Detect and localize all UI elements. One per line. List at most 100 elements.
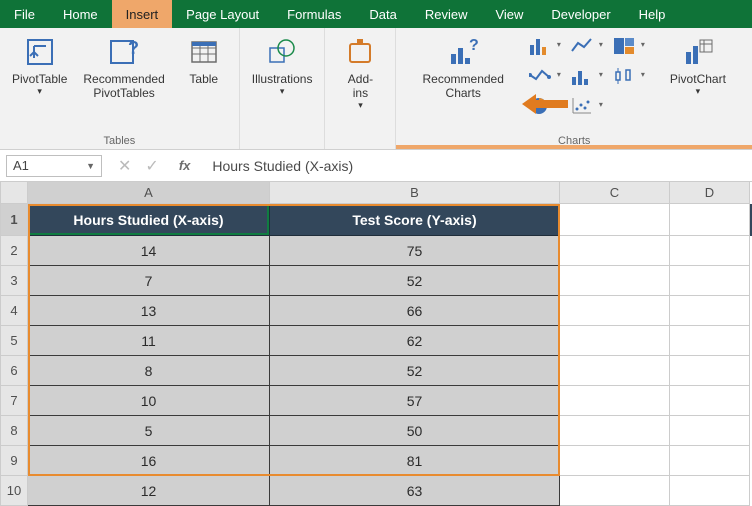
cell-c1[interactable] bbox=[560, 204, 670, 236]
illustrations-button[interactable]: Illustrations ▾ bbox=[250, 34, 315, 99]
cell[interactable]: 14 bbox=[28, 236, 270, 266]
cell[interactable] bbox=[670, 266, 750, 296]
menu-pagelayout[interactable]: Page Layout bbox=[172, 0, 273, 28]
cell[interactable] bbox=[670, 356, 750, 386]
menu-view[interactable]: View bbox=[481, 0, 537, 28]
pivottable-label: PivotTable bbox=[12, 72, 67, 86]
cell[interactable]: 12 bbox=[28, 476, 270, 506]
row-header[interactable]: 10 bbox=[0, 476, 28, 506]
cell[interactable]: 50 bbox=[270, 416, 560, 446]
cell[interactable] bbox=[560, 326, 670, 356]
table-button[interactable]: Table bbox=[179, 34, 229, 88]
cell[interactable]: 13 bbox=[28, 296, 270, 326]
menu-developer[interactable]: Developer bbox=[537, 0, 624, 28]
fx-icon[interactable]: fx bbox=[173, 158, 197, 173]
cell[interactable]: 11 bbox=[28, 326, 270, 356]
cell[interactable] bbox=[560, 266, 670, 296]
row-header[interactable]: 3 bbox=[0, 266, 28, 296]
table-label: Table bbox=[189, 72, 218, 86]
ribbon-group-illustrations: Illustrations ▾ bbox=[240, 28, 326, 149]
cell[interactable] bbox=[560, 356, 670, 386]
cell[interactable] bbox=[560, 236, 670, 266]
chevron-down-icon: ▾ bbox=[696, 86, 701, 97]
col-header-b[interactable]: B bbox=[270, 182, 560, 204]
cell[interactable] bbox=[560, 446, 670, 476]
cell[interactable]: 16 bbox=[28, 446, 270, 476]
group-title-addins bbox=[359, 135, 362, 147]
table-icon bbox=[188, 36, 220, 68]
cell[interactable] bbox=[670, 326, 750, 356]
row-header[interactable]: 7 bbox=[0, 386, 28, 416]
cell[interactable] bbox=[560, 386, 670, 416]
treemap-chart-icon[interactable]: ▾ bbox=[608, 34, 640, 58]
svg-text:?: ? bbox=[469, 37, 479, 54]
row-header[interactable]: 5 bbox=[0, 326, 28, 356]
cell[interactable]: 5 bbox=[28, 416, 270, 446]
recommended-charts-label: Recommended Charts bbox=[423, 72, 504, 100]
cell-b1[interactable]: Test Score (Y-axis) bbox=[270, 204, 560, 236]
cell[interactable]: 52 bbox=[270, 266, 560, 296]
addins-button[interactable]: Add- ins ▾ bbox=[335, 34, 385, 113]
cell[interactable] bbox=[560, 416, 670, 446]
column-chart-icon[interactable]: ▾ bbox=[524, 34, 556, 58]
cell[interactable]: 62 bbox=[270, 326, 560, 356]
line-chart-icon[interactable]: ▾ bbox=[566, 34, 598, 58]
ribbon: PivotTable ▾ ? Recommended PivotTables T… bbox=[0, 28, 752, 150]
shapes-icon bbox=[266, 36, 298, 68]
pivotchart-button[interactable]: PivotChart ▾ bbox=[668, 34, 728, 99]
menu-insert[interactable]: Insert bbox=[112, 0, 173, 28]
formula-bar: A1 ▼ ✕ ✓ fx Hours Studied (X-axis) bbox=[0, 150, 752, 182]
recommended-charts-button[interactable]: ? Recommended Charts bbox=[421, 34, 506, 102]
spreadsheet-grid: A B C D 1 Hours Studied (X-axis) Test Sc… bbox=[0, 182, 752, 506]
row-header[interactable]: 6 bbox=[0, 356, 28, 386]
row-header[interactable]: 2 bbox=[0, 236, 28, 266]
select-all-cell[interactable] bbox=[0, 182, 28, 204]
enter-formula-icon[interactable]: ✓ bbox=[145, 156, 158, 176]
cell[interactable]: 52 bbox=[270, 356, 560, 386]
cell-d1[interactable] bbox=[670, 204, 750, 236]
cell[interactable]: 10 bbox=[28, 386, 270, 416]
cell[interactable] bbox=[670, 296, 750, 326]
name-box-value: A1 bbox=[13, 158, 29, 173]
col-header-a[interactable]: A bbox=[28, 182, 270, 204]
menu-formulas[interactable]: Formulas bbox=[273, 0, 355, 28]
histogram-chart-icon[interactable]: ▾ bbox=[566, 64, 598, 88]
name-box[interactable]: A1 ▼ bbox=[6, 155, 102, 177]
menu-data[interactable]: Data bbox=[355, 0, 410, 28]
menu-file[interactable]: File bbox=[0, 0, 49, 28]
col-header-d[interactable]: D bbox=[670, 182, 750, 204]
formula-input[interactable]: Hours Studied (X-axis) bbox=[206, 158, 752, 174]
cell[interactable]: 75 bbox=[270, 236, 560, 266]
cell[interactable] bbox=[560, 296, 670, 326]
area-chart-icon[interactable]: ▾ bbox=[524, 64, 556, 88]
pivottable-button[interactable]: PivotTable ▾ bbox=[10, 34, 69, 99]
row-header[interactable]: 4 bbox=[0, 296, 28, 326]
cell[interactable]: 81 bbox=[270, 446, 560, 476]
cell[interactable] bbox=[670, 236, 750, 266]
cell[interactable] bbox=[560, 476, 670, 506]
ribbon-group-tables: PivotTable ▾ ? Recommended PivotTables T… bbox=[0, 28, 240, 149]
cell-a1[interactable]: Hours Studied (X-axis) bbox=[28, 204, 270, 236]
cell[interactable] bbox=[670, 386, 750, 416]
row-header[interactable]: 1 bbox=[0, 204, 28, 236]
scatter-chart-icon[interactable]: ▾ bbox=[566, 94, 598, 118]
menu-help[interactable]: Help bbox=[625, 0, 680, 28]
menu-review[interactable]: Review bbox=[411, 0, 482, 28]
charts-highlight-bar bbox=[396, 145, 752, 149]
row-header[interactable]: 9 bbox=[0, 446, 28, 476]
boxwhisker-chart-icon[interactable]: ▾ bbox=[608, 64, 640, 88]
cell[interactable]: 7 bbox=[28, 266, 270, 296]
cell[interactable]: 63 bbox=[270, 476, 560, 506]
cancel-formula-icon[interactable]: ✕ bbox=[118, 156, 131, 176]
pivotchart-icon bbox=[682, 36, 714, 68]
recommended-pivottables-button[interactable]: ? Recommended PivotTables bbox=[81, 34, 166, 102]
cell[interactable]: 8 bbox=[28, 356, 270, 386]
col-header-c[interactable]: C bbox=[560, 182, 670, 204]
row-header[interactable]: 8 bbox=[0, 416, 28, 446]
cell[interactable] bbox=[670, 446, 750, 476]
cell[interactable] bbox=[670, 416, 750, 446]
cell[interactable] bbox=[670, 476, 750, 506]
menu-home[interactable]: Home bbox=[49, 0, 112, 28]
cell[interactable]: 57 bbox=[270, 386, 560, 416]
cell[interactable]: 66 bbox=[270, 296, 560, 326]
